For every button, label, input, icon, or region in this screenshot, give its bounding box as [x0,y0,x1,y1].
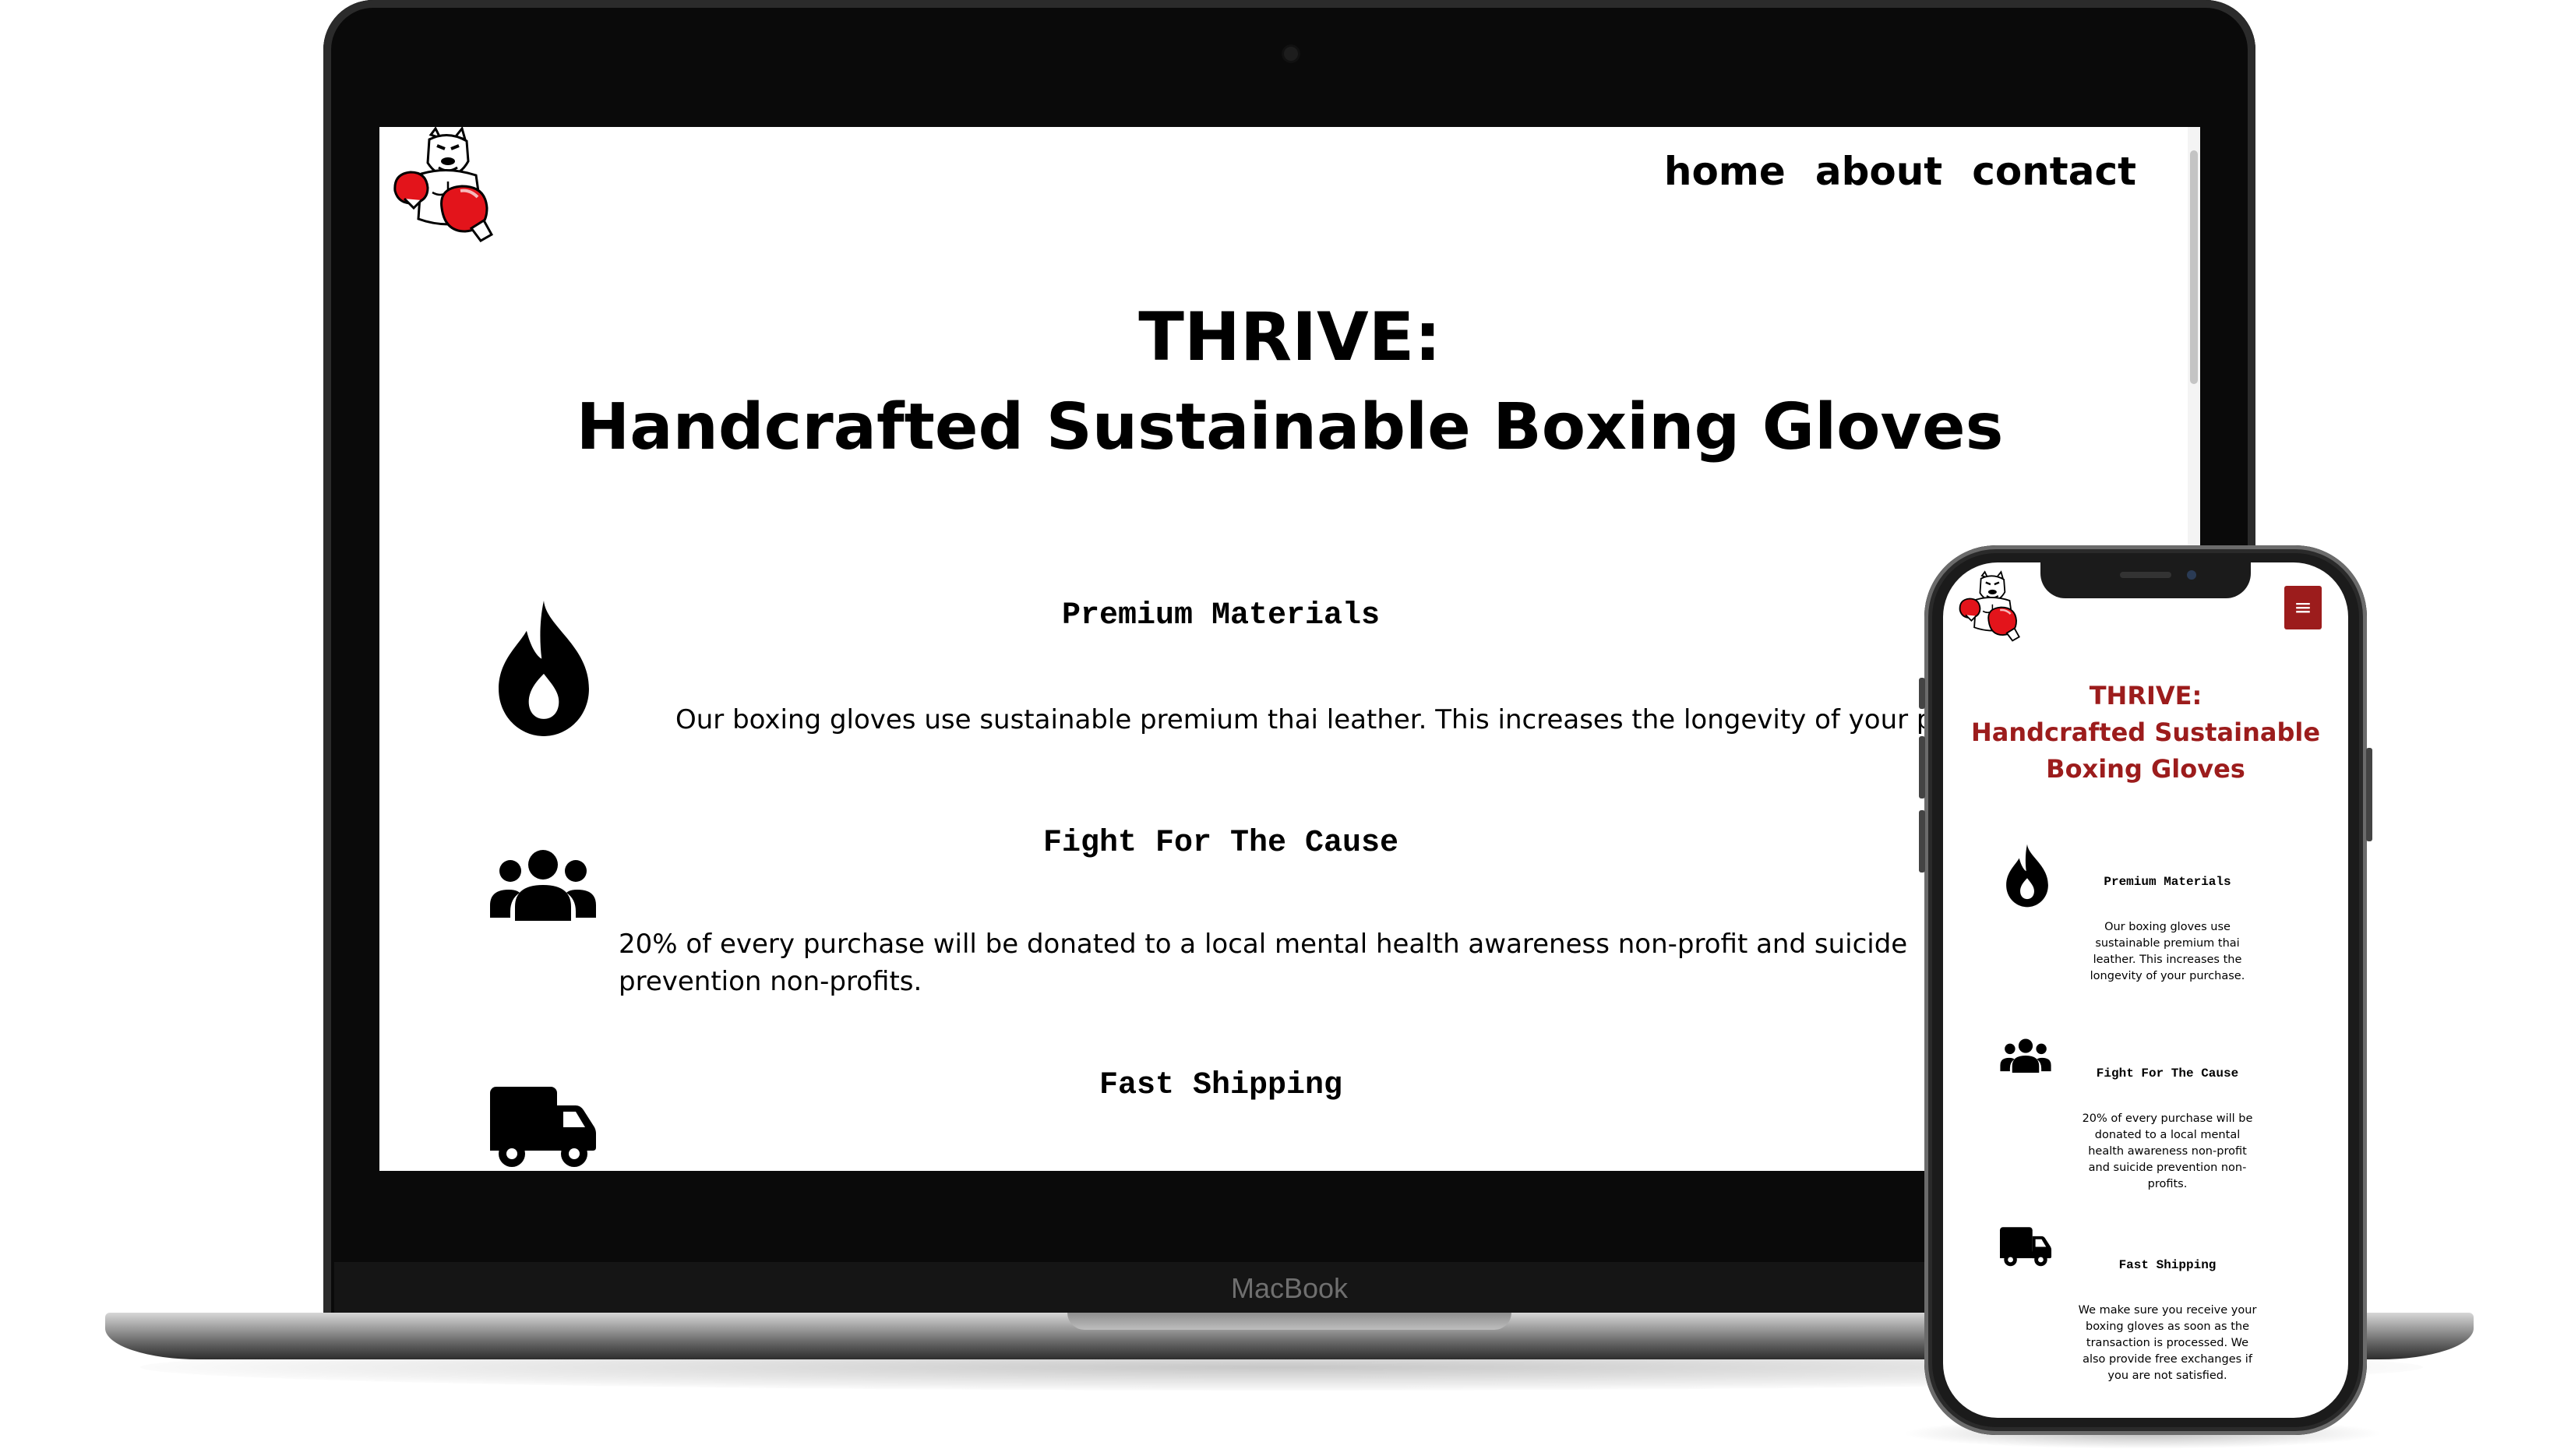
phone-speaker [2120,572,2171,578]
phone-volume-up-button [1919,736,1925,799]
phone-camera [2187,570,2196,580]
laptop-hinge-notch [1067,1313,1511,1330]
mobile-hero-title-line3: Boxing Gloves [2046,754,2245,784]
phone-screen: ≡ THRIVE: Handcrafted Sustainable Boxing… [1943,562,2348,1418]
mobile-feature-text-fight-for-the-cause: 20% of every purchase will be donated to… [2082,1112,2253,1190]
truck-icon [488,1085,598,1171]
phone-notch [2040,562,2251,598]
flame-icon [490,598,598,739]
feature-text-fight-for-the-cause: 20% of every purchase will be donated to… [619,929,1908,997]
phone-power-button [2366,748,2372,841]
nav-link-home[interactable]: home [1664,149,1786,194]
hamburger-menu-icon: ≡ [2294,594,2312,620]
hamburger-menu-button[interactable]: ≡ [2284,586,2322,629]
hero-title-line1: THRIVE: [1138,298,1441,376]
hero-title-line2: Handcrafted Sustainable Boxing Gloves [576,390,2004,464]
mobile-feature-text-fast-shipping: We make sure you receive your boxing glo… [2078,1304,2257,1382]
phone-mute-switch [1919,678,1925,709]
feature-title-premium-materials: Premium Materials [1061,598,1381,633]
nav-link-contact[interactable]: contact [1972,149,2136,194]
mobile-feature-title-fast-shipping: Fast Shipping [2118,1258,2217,1272]
users-icon [488,848,598,922]
flame-icon-mobile [2002,843,2052,908]
top-nav: home about contact [1664,149,2136,194]
mobile-hero-title-line1: THRIVE: [2089,681,2202,710]
truck-icon-mobile [1999,1226,2052,1268]
mobile-feature-title-premium-materials: Premium Materials [2104,875,2231,889]
phone-volume-down-button [1919,810,1925,873]
nav-link-about[interactable]: about [1815,149,1942,194]
boxing-dog-logo-mobile[interactable] [1957,570,2029,648]
mobile-feature-text-premium-materials: Our boxing gloves use sustainable premiu… [2090,921,2245,982]
mobile-hero-title-line2: Handcrafted Sustainable [1970,717,2321,747]
feature-title-fast-shipping: Fast Shipping [1099,1068,1343,1103]
feature-text-premium-materials: Our boxing gloves use sustainable premiu… [675,704,2047,735]
device-mockup-stage: MacBook home about contact THRIVE: Handc… [0,0,2571,1456]
laptop-camera [1284,47,1298,61]
feature-title-fight-for-the-cause: Fight For The Cause [1042,826,1399,861]
users-icon-mobile [1999,1038,2052,1073]
boxing-dog-logo[interactable] [390,127,507,252]
mobile-feature-title-fight-for-the-cause: Fight For The Cause [2096,1066,2239,1081]
laptop-brand-label: MacBook [1230,1272,1349,1304]
